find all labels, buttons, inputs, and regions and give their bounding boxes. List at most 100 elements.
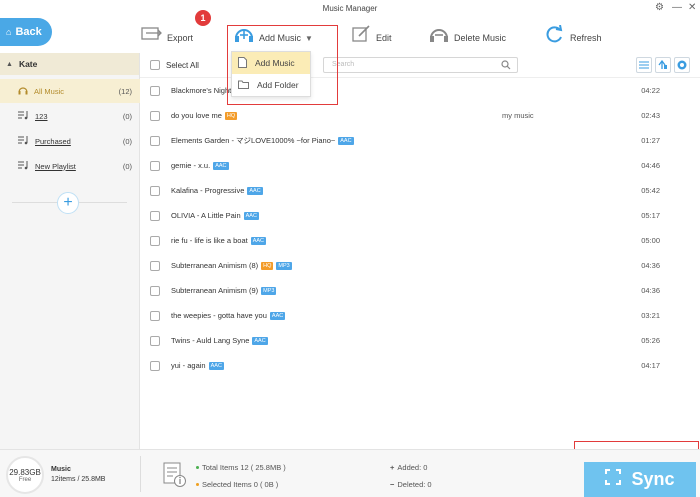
song-album: my music xyxy=(502,111,534,120)
table-row[interactable]: Twins - Auld Lang Syne AAC 05:26 xyxy=(140,328,700,353)
sync-button[interactable]: Sync xyxy=(584,462,696,497)
deleted-count: − Deleted: 0 xyxy=(390,480,432,489)
format-badge: AAC xyxy=(338,136,354,145)
song-title: yui - again xyxy=(171,361,206,370)
total-items: Total Items 12 ( 25.8MB ) xyxy=(196,463,286,472)
export-icon xyxy=(141,24,163,44)
delete-music-label: Delete Music xyxy=(454,33,507,43)
delete-music-icon xyxy=(428,24,450,44)
row-checkbox[interactable] xyxy=(150,135,160,146)
song-name: Subterranean Animism (8) HQ MP3 xyxy=(171,261,292,270)
table-row[interactable]: gemie - x.u. AAC 04:46 xyxy=(140,153,700,178)
list-view-icon[interactable] xyxy=(636,57,652,73)
table-row[interactable]: yui - again AAC 04:17 xyxy=(140,353,700,378)
sidebar-item-new-playlist[interactable]: New Playlist (0) xyxy=(0,154,140,178)
device-header[interactable]: ▲ Kate xyxy=(0,53,139,75)
row-checkbox[interactable] xyxy=(150,260,160,271)
refresh-label: Refresh xyxy=(570,33,602,43)
selected-dot xyxy=(196,483,199,486)
plus-icon: + xyxy=(63,194,73,211)
table-row[interactable]: Elements Garden - マジLOVE1000% ~for Piano… xyxy=(140,128,700,153)
search-icon[interactable] xyxy=(501,60,511,76)
headphones-icon xyxy=(18,85,28,97)
sort-icon[interactable] xyxy=(655,57,671,73)
format-badge: AAC xyxy=(247,186,263,195)
select-all-label: Select All xyxy=(166,61,199,70)
window-title: Music Manager xyxy=(322,4,378,13)
song-duration: 04:36 xyxy=(641,261,660,270)
song-title: rie fu - life is like a boat xyxy=(171,236,248,245)
row-checkbox[interactable] xyxy=(150,160,160,171)
row-checkbox[interactable] xyxy=(150,310,160,321)
song-duration: 03:21 xyxy=(641,311,660,320)
selected-items: Selected Items 0 ( 0B ) xyxy=(196,480,278,489)
format-badge: HQ xyxy=(261,261,274,270)
minimize-button[interactable]: — xyxy=(672,2,682,13)
sidebar-item-purchased[interactable]: Purchased (0) xyxy=(0,129,140,153)
song-title: do you love me xyxy=(171,111,222,120)
sync-icon xyxy=(605,469,622,490)
sidebar-item-count: (0) xyxy=(122,136,132,146)
table-row[interactable]: Blackmore's NightAAC04:22 xyxy=(140,78,700,103)
footer-divider xyxy=(140,456,141,492)
row-checkbox[interactable] xyxy=(150,360,160,371)
row-checkbox[interactable] xyxy=(150,335,160,346)
table-row[interactable]: the weepies - gotta have you AAC 03:21 xyxy=(140,303,700,328)
song-duration: 02:43 xyxy=(641,111,660,120)
itunes-icon[interactable] xyxy=(674,57,690,73)
device-name: Kate xyxy=(18,59,38,69)
song-name: Subterranean Animism (9) MP3 xyxy=(171,286,277,295)
song-name: OLIVIA - A Little Pain AAC xyxy=(171,211,259,220)
view-controls xyxy=(636,57,690,73)
table-row[interactable]: OLIVIA - A Little Pain AAC 05:17 xyxy=(140,203,700,228)
format-badge: MP3 xyxy=(261,286,277,295)
row-checkbox[interactable] xyxy=(150,185,160,196)
close-button[interactable]: ✕ xyxy=(688,2,696,13)
song-duration: 01:27 xyxy=(641,136,660,145)
table-row[interactable]: Subterranean Animism (9) MP3 04:36 xyxy=(140,278,700,303)
row-checkbox[interactable] xyxy=(150,85,160,96)
free-space-value: 29.83GB xyxy=(9,467,41,477)
song-title: Blackmore's Night xyxy=(171,86,232,95)
table-row[interactable]: Kalafina - Progressive AAC 05:42 xyxy=(140,178,700,203)
song-name: rie fu - life is like a boat AAC xyxy=(171,236,267,245)
format-badge: AAC xyxy=(243,211,259,220)
row-checkbox[interactable] xyxy=(150,235,160,246)
search-input[interactable]: Search xyxy=(323,57,518,73)
added-text: Added: 0 xyxy=(397,463,428,472)
delete-music-button[interactable]: Delete Music xyxy=(428,24,506,44)
export-label: Export xyxy=(167,33,194,43)
collapse-icon[interactable]: ▲ xyxy=(6,61,13,68)
format-badge: HQ xyxy=(224,111,238,120)
table-row[interactable]: rie fu - life is like a boat AAC 05:00 xyxy=(140,228,700,253)
export-button[interactable]: Export xyxy=(141,24,193,44)
song-name: do you love me HQ xyxy=(171,111,238,120)
song-title: the weepies - gotta have you xyxy=(171,311,267,320)
refresh-icon xyxy=(544,24,566,44)
table-row[interactable]: do you love me HQ my music 02:43 xyxy=(140,103,700,128)
back-button[interactable]: ⌂ Back xyxy=(0,18,52,46)
song-name: Elements Garden - マジLOVE1000% ~for Piano… xyxy=(171,135,354,146)
row-checkbox[interactable] xyxy=(150,210,160,221)
row-checkbox[interactable] xyxy=(150,110,160,121)
sidebar-item-123[interactable]: 123 (0) xyxy=(0,104,140,128)
edit-button[interactable]: Edit xyxy=(350,24,392,44)
sidebar-item-count: (0) xyxy=(122,111,132,121)
step-badge-1: 1 xyxy=(195,10,211,26)
settings-icon[interactable]: ⚙ xyxy=(655,2,664,13)
song-title: Subterranean Animism (8) xyxy=(171,261,259,270)
table-row[interactable]: Subterranean Animism (8) HQ MP3 04:36 xyxy=(140,253,700,278)
song-title: Subterranean Animism (9) xyxy=(171,286,259,295)
sidebar-item-all-music[interactable]: All Music (12) xyxy=(0,79,140,103)
add-playlist-button[interactable]: + xyxy=(57,192,79,214)
song-duration: 05:42 xyxy=(641,186,660,195)
format-badge: AAC xyxy=(208,361,224,370)
song-name: Twins - Auld Lang Syne AAC xyxy=(171,336,268,345)
row-checkbox[interactable] xyxy=(150,285,160,296)
song-duration: 05:26 xyxy=(641,336,660,345)
song-duration: 04:36 xyxy=(641,286,660,295)
select-all-checkbox[interactable] xyxy=(150,60,160,70)
song-duration: 05:00 xyxy=(641,236,660,245)
plus-icon: + xyxy=(390,463,395,472)
refresh-button[interactable]: Refresh xyxy=(544,24,602,44)
